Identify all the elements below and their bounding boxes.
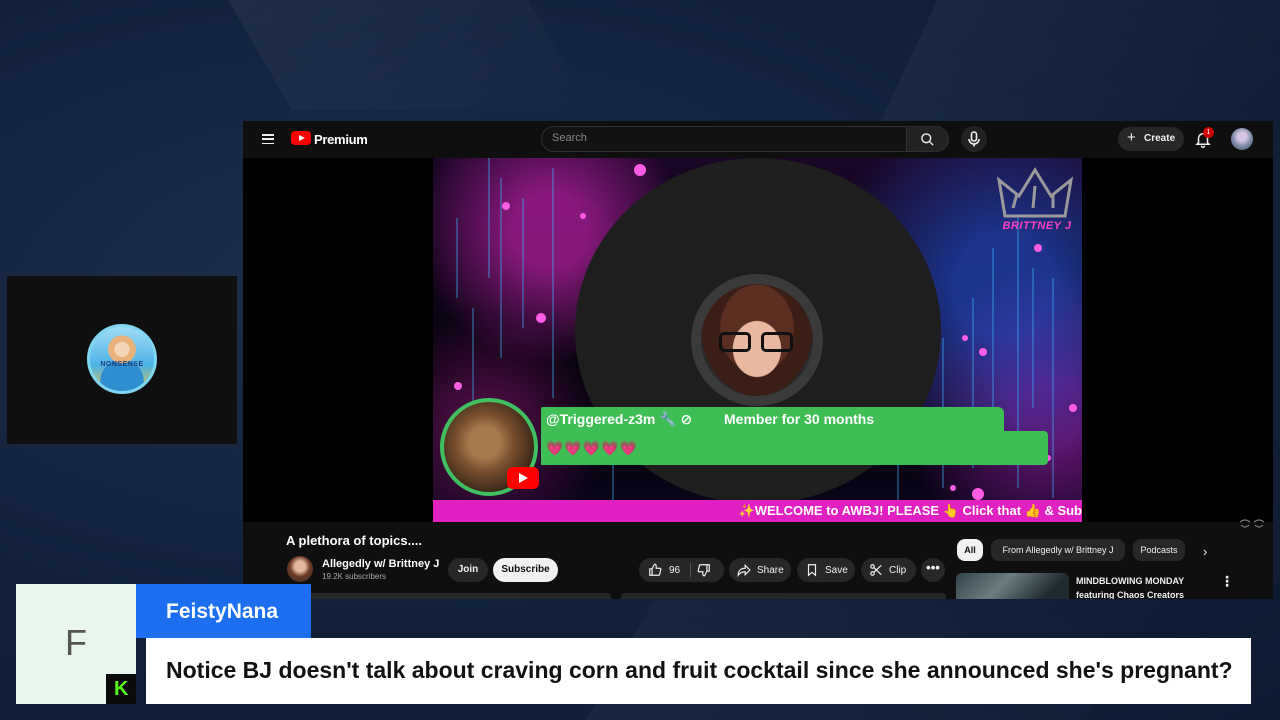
- clip-button[interactable]: Clip: [861, 558, 916, 582]
- comment-box-edge: [621, 593, 946, 599]
- chat-user-initial: F: [65, 622, 87, 663]
- kick-logo-letter: K: [114, 678, 129, 700]
- channel-avatar[interactable]: [287, 556, 313, 582]
- alert-hearts: 💗💗💗💗💗: [546, 440, 639, 456]
- side-avatar-logo: NONSENSE: [87, 324, 157, 394]
- chip-all[interactable]: All: [957, 539, 983, 561]
- side-avatar-logo-text: NONSENSE: [100, 361, 144, 368]
- notification-count-badge: 1: [1203, 127, 1214, 138]
- vertical-dots-icon[interactable]: ⋮: [1220, 573, 1234, 590]
- save-label: Save: [825, 565, 848, 576]
- more-actions-button[interactable]: •••: [921, 558, 945, 582]
- alert-username: @Triggered-z3m 🔧 ⊘: [546, 411, 693, 427]
- chat-username: FeistyNana: [166, 600, 279, 623]
- crown-logo-icon: [996, 167, 1074, 218]
- recommendation-thumbnail[interactable]: [956, 573, 1069, 599]
- menu-icon[interactable]: [262, 134, 274, 145]
- glasses-shape: [717, 332, 797, 354]
- side-webcam-panel: NONSENSE: [7, 276, 237, 444]
- youtube-play-icon: [507, 467, 539, 489]
- search-box: [541, 126, 907, 152]
- kick-logo-icon: K: [106, 674, 136, 704]
- search-icon: [921, 133, 934, 146]
- brand-watermark: BRITTNEY J: [1002, 220, 1072, 232]
- voice-search-button[interactable]: [961, 126, 987, 152]
- youtube-window: Premium + Create 1: [243, 121, 1273, 599]
- ticker-text: ✨WELCOME to AWBJ! PLEASE 👆 Click that 👍 …: [738, 503, 1082, 518]
- create-button[interactable]: + Create: [1118, 127, 1184, 151]
- recommendation-title[interactable]: MINDBLOWING MONDAY featuring Chaos Creat…: [1076, 574, 1216, 599]
- youtube-header: Premium + Create 1: [243, 121, 1273, 158]
- share-label: Share: [757, 565, 784, 576]
- divider: [690, 563, 691, 577]
- chip-from-channel[interactable]: From Allegedly w/ Brittney J: [991, 539, 1125, 561]
- chip-podcasts[interactable]: Podcasts: [1133, 539, 1185, 561]
- chat-user-avatar-tile: F K: [16, 584, 136, 704]
- share-icon: [737, 563, 751, 577]
- microphone-icon: [968, 131, 980, 147]
- background-shape: [228, 0, 592, 110]
- share-button[interactable]: Share: [729, 558, 791, 582]
- create-label: Create: [1144, 133, 1176, 144]
- channel-name[interactable]: Allegedly w/ Brittney J: [322, 558, 439, 570]
- clip-label: Clip: [889, 565, 907, 576]
- chat-username-tag: FeistyNana: [136, 584, 311, 638]
- welcome-ticker: ✨WELCOME to AWBJ! PLEASE 👆 Click that 👍 …: [433, 500, 1082, 522]
- save-button[interactable]: Save: [797, 558, 855, 582]
- youtube-logo-icon[interactable]: [291, 131, 311, 145]
- plus-icon: +: [1127, 129, 1136, 146]
- chevron-right-icon[interactable]: ›: [1203, 544, 1207, 559]
- bookmark-icon: [807, 564, 817, 577]
- thumbs-down-icon[interactable]: [697, 563, 711, 577]
- like-count: 96: [669, 565, 681, 576]
- chat-message-box: Notice BJ doesn't talk about craving cor…: [146, 638, 1251, 704]
- recommendation-title-line2: featuring Chaos Creators: [1076, 590, 1185, 599]
- recommendation-title-line1: MINDBLOWING MONDAY: [1076, 576, 1185, 586]
- join-button[interactable]: Join: [448, 558, 488, 582]
- streamer-camera: [691, 274, 823, 406]
- stream-frame: BRITTNEY J @Triggered-z3m 🔧 ⊘ Member for…: [433, 158, 1082, 522]
- search-input[interactable]: [552, 132, 892, 144]
- thumbs-up-icon[interactable]: [648, 563, 662, 577]
- description-box-edge: [286, 593, 611, 599]
- subscribe-button[interactable]: Subscribe: [493, 558, 558, 582]
- subscriber-count: 19.2K subscribers: [322, 572, 387, 581]
- alert-member-duration: Member for 30 months: [724, 411, 875, 427]
- user-avatar[interactable]: [1231, 128, 1253, 150]
- scissors-icon: [870, 564, 882, 576]
- youtube-brand[interactable]: Premium: [314, 132, 368, 147]
- video-title: A plethora of topics....: [286, 533, 423, 548]
- search-button[interactable]: [907, 126, 949, 152]
- like-dislike-group: 96: [639, 558, 724, 582]
- watermark-icon: [1239, 519, 1265, 528]
- chat-message-text: Notice BJ doesn't talk about craving cor…: [166, 657, 1233, 683]
- video-player[interactable]: BRITTNEY J @Triggered-z3m 🔧 ⊘ Member for…: [243, 158, 1273, 528]
